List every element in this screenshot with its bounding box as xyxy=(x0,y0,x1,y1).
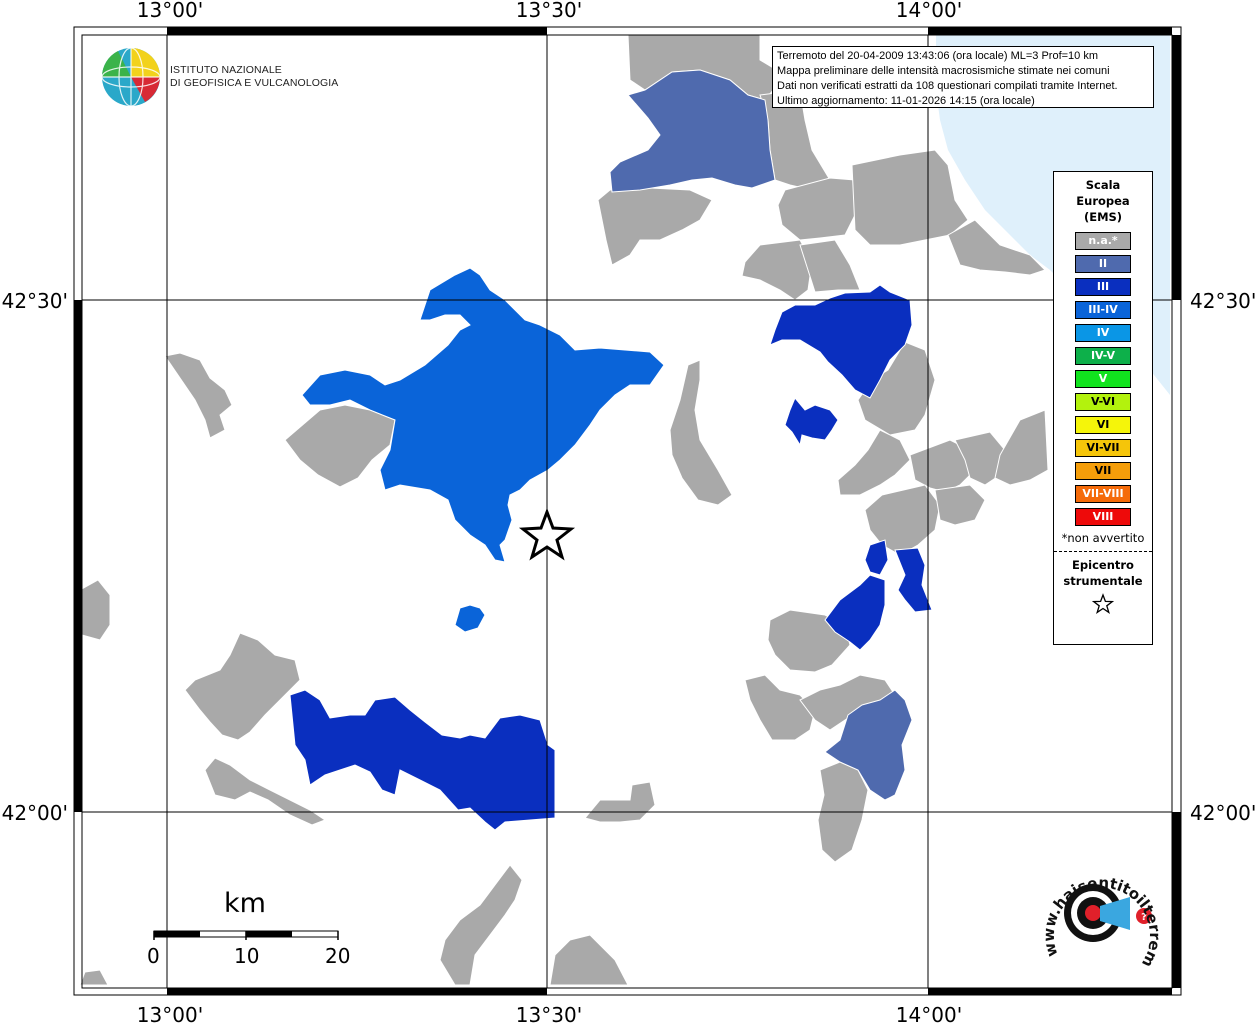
legend-item: VI-VII xyxy=(1075,439,1131,457)
legend-note: *non avvertito xyxy=(1061,531,1145,545)
legend-item: VII-VIII xyxy=(1075,485,1131,503)
legend-epicenter-line: Epicentro xyxy=(1072,558,1134,572)
ingv-name-line: ISTITUTO NAZIONALE xyxy=(170,64,282,76)
scale-label: 0 xyxy=(147,944,160,968)
info-line: Ultimo aggiornamento: 11-01-2026 14:15 (… xyxy=(777,95,1035,107)
lon-label-top: 14°00' xyxy=(896,0,962,22)
ingv-name-line: DI GEOFISICA E VULCANOLOGIA xyxy=(170,77,339,89)
legend-item: II xyxy=(1075,255,1131,273)
legend-item: n.a.* xyxy=(1075,232,1131,250)
na-municipalities xyxy=(79,34,1049,986)
legend-item: VI xyxy=(1075,416,1131,434)
event-info-box: Terremoto del 20-04-2009 13:43:06 (ora l… xyxy=(772,46,1154,108)
legend-title: Scala Europea (EMS) xyxy=(1054,177,1152,225)
lon-label-top: 13°30' xyxy=(516,0,582,22)
lon-label-top: 13°00' xyxy=(137,0,203,22)
legend-item: III-IV xyxy=(1075,301,1131,319)
ingv-logo-icon xyxy=(101,47,161,107)
legend-star-icon xyxy=(1054,593,1152,619)
legend-title-line: Europea xyxy=(1076,194,1130,208)
legend-item: VIII xyxy=(1075,508,1131,526)
scale-unit: km xyxy=(224,888,266,919)
info-line: Terremoto del 20-04-2009 13:43:06 (ora l… xyxy=(777,50,1099,62)
ems-legend: Scala Europea (EMS) n.a.* II III III-IV IV IV… xyxy=(1053,171,1153,645)
legend-item: VII xyxy=(1075,462,1131,480)
legend-title-line: (EMS) xyxy=(1083,210,1123,224)
lat-label-left: 42°30' xyxy=(2,289,68,313)
lat-label-left: 42°00' xyxy=(2,801,68,825)
scale-label: 10 xyxy=(234,944,260,968)
legend-epicenter-line: strumentale xyxy=(1063,574,1143,588)
legend-item: IV xyxy=(1075,324,1131,342)
lat-label-right: 42°30' xyxy=(1190,289,1255,313)
lon-label-bottom: 13°00' xyxy=(137,1003,203,1024)
legend-divider xyxy=(1054,551,1152,552)
info-line: Dati non verificati estratti da 108 ques… xyxy=(777,80,1118,92)
ingv-name: ISTITUTO NAZIONALE DI GEOFISICA E VULCAN… xyxy=(170,64,338,90)
legend-item: IV-V xyxy=(1075,347,1131,365)
legend-item: V-VI xyxy=(1075,393,1131,411)
lat-label-right: 42°00' xyxy=(1190,801,1255,825)
scale-bar xyxy=(153,930,339,940)
legend-item: V xyxy=(1075,370,1131,388)
lon-label-bottom: 13°30' xyxy=(516,1003,582,1024)
legend-item: III xyxy=(1075,278,1131,296)
legend-title-line: Scala xyxy=(1085,178,1121,192)
scale-label: 20 xyxy=(325,944,351,968)
lon-label-bottom: 14°00' xyxy=(896,1003,962,1024)
legend-epicenter-label: Epicentro strumentale xyxy=(1054,557,1152,589)
legend-items: n.a.* II III III-IV IV IV-V V V-VI VI VI-VII VII VI… xyxy=(1054,232,1152,526)
info-line: Mappa preliminare delle intensità macros… xyxy=(777,65,1110,77)
